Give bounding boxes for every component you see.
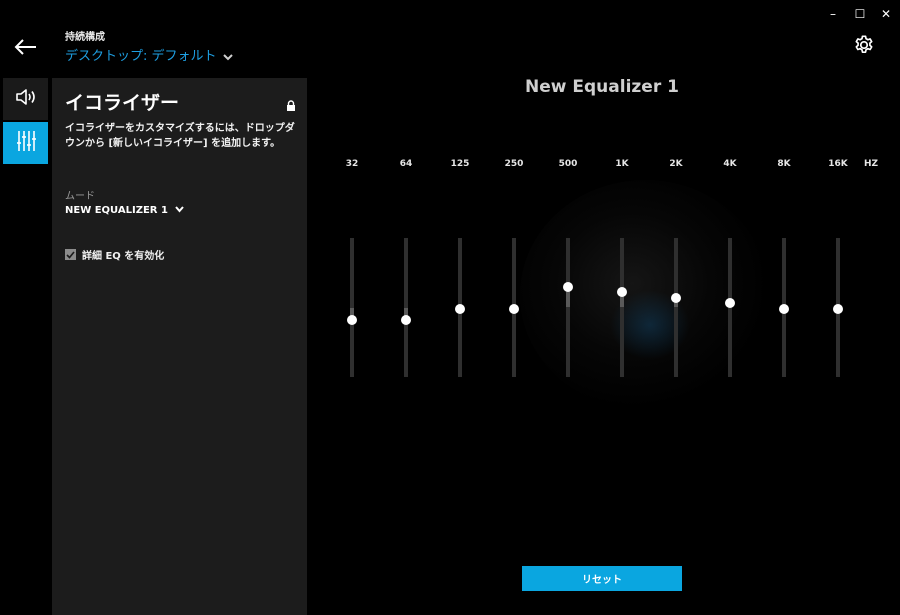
mode-value: NEW EQUALIZER 1: [65, 205, 168, 216]
slider-knob[interactable]: [725, 298, 735, 309]
chevron-down-icon: [222, 51, 233, 64]
profile-value: デスクトップ: デフォルト: [65, 49, 217, 64]
panel-description: イコライザーをカスタマイズするには、ドロップダウンから [新しいイコライザー] …: [65, 123, 295, 149]
panel-title: イコライザー: [65, 92, 180, 114]
mode-label: ムード: [65, 191, 95, 202]
slider-knob[interactable]: [455, 303, 465, 314]
freq-label: 8K: [777, 159, 791, 169]
freq-label: 4K: [723, 159, 737, 169]
freq-label: 500: [558, 159, 578, 169]
freq-label: 64: [399, 159, 413, 169]
slider-track: [620, 238, 624, 377]
close-button[interactable]: ✕: [875, 4, 897, 24]
freq-label: 2K: [669, 159, 683, 169]
eq-slider-8K[interactable]: [774, 238, 794, 377]
eq-slider-64[interactable]: [396, 238, 416, 377]
eq-slider-32[interactable]: [342, 238, 362, 377]
lock-icon: [286, 96, 296, 111]
advanced-eq-checkbox[interactable]: [65, 249, 76, 260]
freq-label: 250: [504, 159, 524, 169]
eq-slider-4K[interactable]: [720, 238, 740, 377]
freq-label: 32: [345, 159, 359, 169]
speaker-icon: [15, 88, 37, 110]
eq-slider-125[interactable]: [450, 238, 470, 377]
equalizer-sliders-icon: [16, 130, 36, 156]
eq-slider-500[interactable]: [558, 238, 578, 377]
freq-label: 125: [450, 159, 470, 169]
slider-knob[interactable]: [401, 315, 411, 325]
freq-label: 1K: [615, 159, 629, 169]
eq-slider-1K[interactable]: [612, 238, 632, 377]
slider-knob[interactable]: [671, 292, 681, 303]
rail-item-sound[interactable]: [3, 78, 48, 120]
slider-track: [674, 238, 678, 377]
slider-knob[interactable]: [347, 315, 357, 325]
gear-icon[interactable]: [853, 34, 875, 56]
rail-item-equalizer[interactable]: [3, 122, 48, 164]
eq-slider-250[interactable]: [504, 238, 524, 377]
profile-label: 持続構成: [65, 32, 105, 43]
mode-dropdown[interactable]: NEW EQUALIZER 1: [65, 205, 184, 216]
slider-knob[interactable]: [779, 303, 789, 314]
equalizer-panel: イコライザー イコライザーをカスタマイズするには、ドロップダウンから [新しいイ…: [52, 78, 307, 615]
slider-knob[interactable]: [509, 303, 519, 314]
profile-dropdown[interactable]: デスクトップ: デフォルト: [65, 45, 233, 64]
equalizer-title: New Equalizer 1: [525, 77, 679, 97]
advanced-eq-label: 詳細 EQ を有効化: [82, 251, 165, 262]
slider-knob[interactable]: [563, 281, 573, 292]
hz-unit-label: HZ: [864, 159, 879, 169]
slider-track: [566, 238, 570, 377]
slider-knob[interactable]: [617, 287, 627, 298]
eq-slider-16K[interactable]: [828, 238, 848, 377]
back-arrow-icon[interactable]: [12, 36, 38, 58]
chevron-down-icon: [175, 205, 184, 216]
reset-button[interactable]: リセット: [522, 566, 682, 591]
advanced-eq-toggle[interactable]: 詳細 EQ を有効化: [65, 247, 164, 262]
slider-knob[interactable]: [833, 303, 843, 314]
eq-slider-2K[interactable]: [666, 238, 686, 377]
minimize-button[interactable]: –: [822, 4, 844, 24]
maximize-button[interactable]: ☐: [849, 4, 871, 24]
freq-label: 16K: [828, 159, 848, 169]
